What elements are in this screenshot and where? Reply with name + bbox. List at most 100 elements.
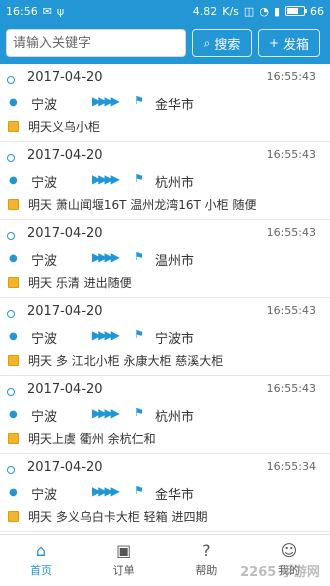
list-item-origin: 宁波	[31, 176, 58, 191]
route-arrow-icon: ▶▶▶▶	[92, 250, 120, 264]
profile-icon: ☺	[280, 541, 298, 560]
note-icon	[8, 355, 19, 366]
list-item[interactable]: 2017-04-20 16:55:34 ● 宁波 ▶▶▶▶ ⚑ 金华市 明天 多…	[0, 454, 330, 532]
list-item-note: 明天 多 江北小柜 永康大柜 慈溪大柜	[28, 354, 224, 368]
vibrate-icon: ◫	[243, 4, 255, 18]
post-box-button[interactable]: + 发箱	[258, 29, 320, 57]
list-item-destination: 金华市	[155, 488, 195, 503]
route-arrow-icon: ▶▶▶▶	[92, 406, 120, 420]
note-icon	[8, 277, 19, 288]
route-arrow-icon: ▶▶▶▶	[92, 484, 120, 498]
flag-icon: ⚑	[134, 94, 144, 107]
post-box-button-label: 发箱	[283, 37, 310, 53]
list-item-date: 2017-04-20	[27, 460, 103, 475]
search-button-label: 搜索	[214, 37, 241, 53]
list-item-time: 16:55:43	[266, 382, 316, 395]
list-item[interactable]: 2017-04-20 16:55:43 ● 宁波 ▶▶▶▶ ⚑ 宁波市 明天 多…	[0, 298, 330, 376]
nav-profile-label: 我的	[277, 564, 300, 577]
plus-icon: +	[268, 36, 280, 50]
location-pin-icon: ●	[9, 175, 18, 186]
location-pin-icon: ●	[9, 487, 18, 498]
list-item-destination: 宁波市	[155, 332, 195, 347]
shipment-list: 2017-04-20 16:55:43 ● 宁波 ▶▶▶▶ ⚑ 金华市 明天义乌…	[0, 64, 330, 534]
date-dot-icon	[7, 76, 15, 84]
note-icon	[8, 199, 19, 210]
nav-home-label: 首页	[30, 564, 52, 577]
flag-icon: ⚑	[134, 250, 144, 263]
flag-icon: ⚑	[134, 484, 144, 497]
location-pin-icon: ●	[9, 409, 18, 420]
list-item-origin: 宁波	[31, 488, 58, 503]
date-dot-icon	[7, 232, 15, 240]
list-item-date: 2017-04-20	[27, 148, 103, 163]
nav-help[interactable]: ? 帮助	[165, 535, 247, 586]
list-item-destination: 温州市	[155, 254, 195, 269]
list-item-time: 16:55:43	[266, 304, 316, 317]
search-input[interactable]	[6, 29, 186, 57]
note-icon	[8, 511, 19, 522]
route-arrow-icon: ▶▶▶▶	[92, 172, 120, 186]
usb-icon: ψ	[56, 4, 65, 18]
list-item-time: 16:55:34	[266, 460, 316, 473]
location-pin-icon: ●	[9, 97, 18, 108]
note-icon	[8, 433, 19, 444]
location-pin-icon: ●	[9, 253, 18, 264]
list-item-time: 16:55:43	[266, 70, 316, 83]
list-item-date: 2017-04-20	[27, 226, 103, 241]
status-bar: 16:56 ✉ ψ 4.82 K/s ◫ ◔ ▮ 66	[0, 0, 330, 22]
list-item-destination: 金华市	[155, 98, 195, 113]
date-dot-icon	[7, 310, 15, 318]
nav-orders-label: 订单	[112, 564, 135, 577]
network-speed-unit: K/s	[222, 4, 239, 18]
search-icon: ⌕	[203, 35, 211, 50]
nav-help-label: 帮助	[195, 564, 218, 577]
home-icon: ⌂	[35, 541, 47, 560]
date-dot-icon	[7, 154, 15, 162]
list-item-note: 明天 萧山闻堰16T 温州龙湾16T 小柜 随便	[28, 198, 257, 212]
list-item-date: 2017-04-20	[27, 304, 103, 319]
status-left: 16:56 ✉ ψ	[6, 5, 64, 18]
location-pin-icon: ●	[9, 331, 18, 342]
list-item-origin: 宁波	[31, 410, 58, 425]
battery-percent: 66	[310, 4, 324, 18]
list-item-origin: 宁波	[31, 98, 58, 113]
status-time: 16:56	[6, 4, 38, 18]
route-arrow-icon: ▶▶▶▶	[92, 328, 120, 342]
nav-home[interactable]: ⌂ 首页	[0, 535, 82, 586]
list-item-destination: 杭州市	[155, 410, 195, 425]
flag-icon: ⚑	[134, 406, 144, 419]
signal-icon: ▮	[273, 4, 280, 18]
list-item-origin: 宁波	[31, 254, 58, 269]
wifi-icon: ◔	[259, 4, 269, 18]
nav-profile[interactable]: ☺ 我的	[248, 535, 330, 586]
search-button[interactable]: ⌕ 搜索	[192, 29, 252, 57]
list-item-note: 明天上虞 衢州 余杭仁和	[28, 432, 156, 446]
list-item-time: 16:55:43	[266, 148, 316, 161]
battery-fill	[287, 8, 298, 14]
order-icon: ▣	[116, 541, 132, 560]
list-item-note: 明天 多义乌白卡大柜 轻箱 进四期	[28, 510, 208, 524]
route-arrow-icon: ▶▶▶▶	[92, 94, 120, 108]
list-item-date: 2017-04-20	[27, 382, 103, 397]
flag-icon: ⚑	[134, 328, 144, 341]
note-icon	[8, 121, 19, 132]
network-speed: 4.82	[192, 4, 218, 18]
list-item[interactable]: 2017-04-20 16:55:43 ● 宁波 ▶▶▶▶ ⚑ 金华市 明天义乌…	[0, 64, 330, 142]
list-item-origin: 宁波	[31, 332, 58, 347]
list-item-date: 2017-04-20	[27, 70, 103, 85]
top-search-bar: ⌕ 搜索 + 发箱	[0, 22, 330, 64]
status-right: 4.82 K/s ◫ ◔ ▮ 66	[193, 5, 324, 18]
date-dot-icon	[7, 388, 15, 396]
notification-icon: ✉	[42, 4, 52, 18]
list-item-destination: 杭州市	[155, 176, 195, 191]
help-icon: ?	[202, 541, 211, 560]
list-item[interactable]: 2017-04-20 16:55:43 ● 宁波 ▶▶▶▶ ⚑ 杭州市 明天上虞…	[0, 376, 330, 454]
nav-orders[interactable]: ▣ 订单	[83, 535, 165, 586]
list-item-note: 明天义乌小柜	[28, 120, 101, 134]
list-item[interactable]: 2017-04-20 16:55:43 ● 宁波 ▶▶▶▶ ⚑ 温州市 明天 乐…	[0, 220, 330, 298]
battery-icon	[285, 6, 307, 16]
list-item-note: 明天 乐清 进出随便	[28, 276, 132, 290]
date-dot-icon	[7, 466, 15, 474]
flag-icon: ⚑	[134, 172, 144, 185]
list-item[interactable]: 2017-04-20 16:55:43 ● 宁波 ▶▶▶▶ ⚑ 杭州市 明天 萧…	[0, 142, 330, 220]
